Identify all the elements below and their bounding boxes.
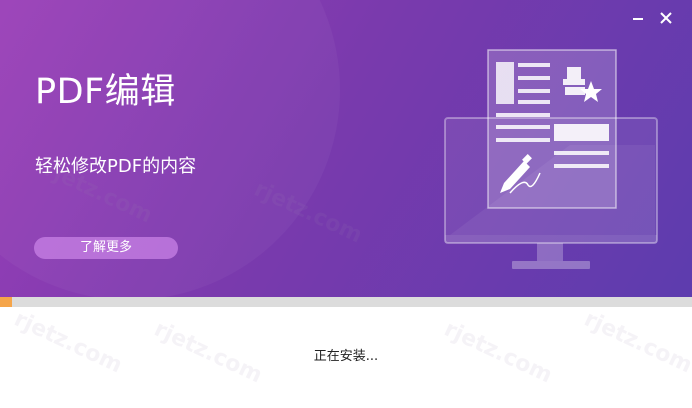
doc-line <box>518 63 550 67</box>
minimize-icon <box>633 18 643 20</box>
promo-banner: rjetz.com rjetz.com PDF编辑 轻松修改PDF的内容 了解更… <box>0 0 692 297</box>
product-subtitle: 轻松修改PDF的内容 <box>35 156 197 177</box>
watermark: rjetz.com <box>10 306 126 379</box>
doc-line <box>518 89 550 93</box>
doc-line <box>496 113 550 117</box>
close-button[interactable] <box>655 7 677 29</box>
doc-line <box>518 100 550 104</box>
watermark: rjetz.com <box>250 176 366 249</box>
monitor-base <box>512 261 590 269</box>
doc-line <box>518 76 550 80</box>
monitor-neck <box>537 243 563 261</box>
title-bar <box>0 0 692 36</box>
install-status-text: 正在安装... <box>313 349 379 364</box>
pdf-edit-illustration <box>444 49 658 269</box>
watermark: rjetz.com <box>580 306 692 379</box>
doc-line <box>496 138 550 142</box>
monitor-bezel <box>445 235 657 243</box>
close-icon <box>660 12 672 24</box>
installer-window: rjetz.com rjetz.com PDF编辑 轻松修改PDF的内容 了解更… <box>0 0 692 408</box>
product-title: PDF编辑 <box>35 72 176 112</box>
doc-image-block <box>496 62 514 104</box>
doc-line <box>496 125 550 129</box>
learn-more-button[interactable]: 了解更多 <box>34 237 178 259</box>
minimize-button[interactable] <box>627 7 649 29</box>
doc-line <box>554 151 609 155</box>
doc-highlight-block <box>554 124 609 141</box>
doc-line <box>554 164 609 168</box>
install-progress-bar <box>0 297 692 307</box>
install-progress-fill <box>0 297 12 307</box>
